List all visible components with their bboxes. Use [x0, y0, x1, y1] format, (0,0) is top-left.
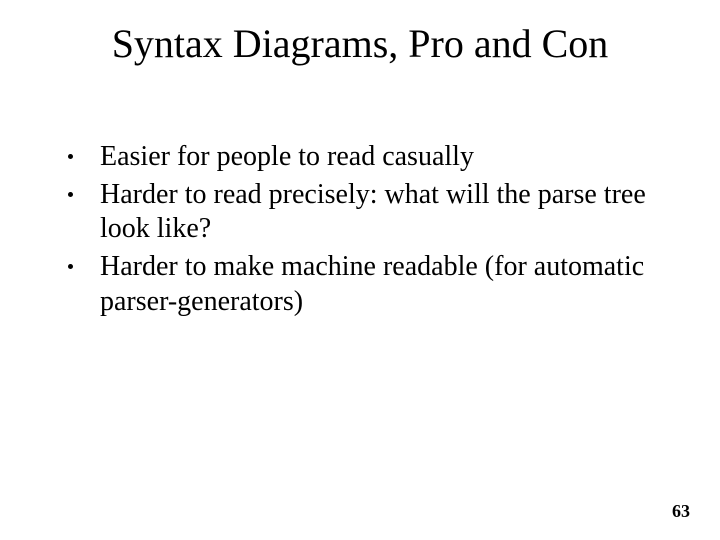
slide-title: Syntax Diagrams, Pro and Con [0, 20, 720, 67]
bullet-icon [68, 154, 73, 159]
slide: Syntax Diagrams, Pro and Con Easier for … [0, 0, 720, 540]
bullet-icon [68, 192, 73, 197]
bullet-text: Harder to make machine readable (for aut… [100, 251, 644, 316]
slide-body: Easier for people to read casually Harde… [60, 140, 670, 323]
list-item: Harder to make machine readable (for aut… [60, 250, 670, 318]
page-number: 63 [672, 501, 690, 522]
bullet-icon [68, 264, 73, 269]
bullet-text: Easier for people to read casually [100, 141, 474, 172]
list-item: Easier for people to read casually [60, 140, 670, 174]
bullet-text: Harder to read precisely: what will the … [100, 179, 646, 244]
list-item: Harder to read precisely: what will the … [60, 178, 670, 246]
bullet-list: Easier for people to read casually Harde… [60, 140, 670, 319]
